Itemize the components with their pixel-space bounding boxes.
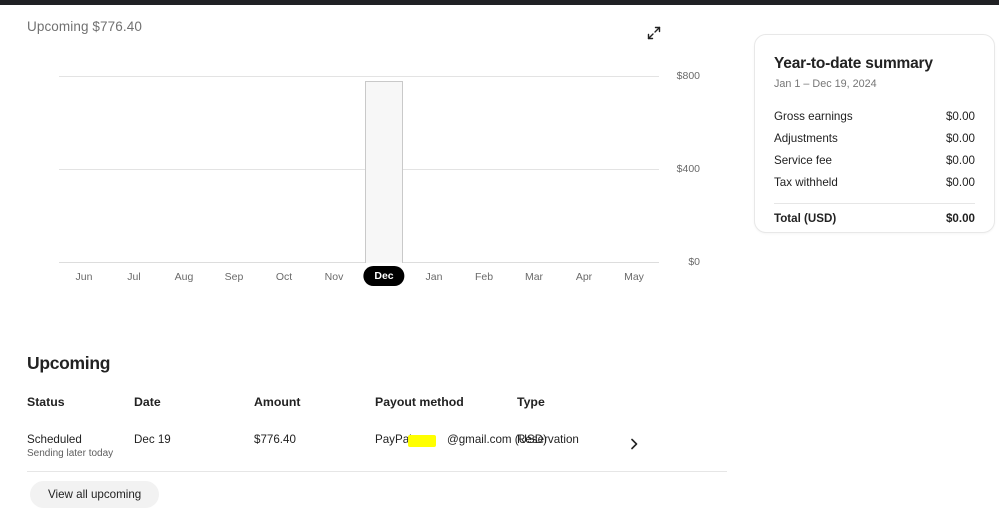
x-axis-label-nov[interactable]: Nov — [325, 271, 344, 283]
y-axis-tick-label: $400 — [654, 163, 700, 175]
ytd-total-row: Total (USD) $0.00 — [774, 208, 975, 230]
payouts-page: Upcoming $776.40 $800 $400 $0 Jun Jul Aug Sep… — [0, 0, 999, 524]
table-row[interactable]: ScheduledSending later today Dec 19 $776.4… — [0, 425, 700, 470]
gridline — [59, 169, 659, 170]
earnings-chart-panel: Upcoming $776.40 $800$400$0 JunJulAugSep… — [0, 5, 700, 305]
ytd-line-item: Adjustments $0.00 — [774, 127, 975, 149]
x-axis-label-feb[interactable]: Feb — [475, 271, 493, 283]
column-header-status: Status — [27, 395, 65, 409]
x-axis-label-jun[interactable]: Jun — [76, 271, 93, 283]
table-body: ScheduledSending later today Dec 19 $776.4… — [0, 425, 740, 470]
view-all-upcoming-button[interactable]: View all upcoming — [30, 481, 159, 508]
ytd-line-items: Gross earnings$0.00Adjustments$0.00Servi… — [774, 105, 975, 194]
gridline — [59, 76, 659, 77]
chart-bar-dec[interactable] — [365, 81, 403, 263]
ytd-item-label: Tax withheld — [774, 176, 838, 189]
gridline — [59, 262, 659, 263]
ytd-item-value: $0.00 — [946, 132, 975, 145]
ytd-line-item: Gross earnings $0.00 — [774, 105, 975, 127]
x-axis-label-aug[interactable]: Aug — [175, 271, 194, 283]
ytd-item-label: Gross earnings — [774, 110, 853, 123]
cell-amount: $776.40 — [254, 433, 296, 446]
y-axis-tick-label: $800 — [654, 70, 700, 82]
cell-status-sub: Sending later today — [27, 448, 113, 459]
column-header-payout-method: Payout method — [375, 395, 464, 409]
table-header-row: Status Date Amount Payout method Type — [0, 395, 700, 425]
x-axis-label-may[interactable]: May — [624, 271, 644, 283]
column-header-amount: Amount — [254, 395, 300, 409]
bar-chart-plot: $800 $400 $0 Jun Jul Aug Sep Oct Nov Dec Jan Feb Ma… — [0, 5, 700, 305]
cell-date: Dec 19 — [134, 433, 171, 446]
cell-type: Reservation — [517, 433, 579, 446]
ytd-item-value: $0.00 — [946, 110, 975, 123]
ytd-title: Year-to-date summary — [774, 55, 975, 73]
ytd-date-range: Jan 1 – Dec 19, 2024 — [774, 78, 975, 90]
table-row-divider — [27, 471, 727, 472]
ytd-item-label: Adjustments — [774, 132, 838, 145]
chevron-right-icon[interactable] — [627, 437, 641, 451]
x-axis-label-oct[interactable]: Oct — [276, 271, 292, 283]
ytd-total-label: Total (USD) — [774, 212, 836, 225]
ytd-total-value: $0.00 — [946, 212, 975, 225]
x-axis-label-jan[interactable]: Jan — [426, 271, 443, 283]
ytd-item-label: Service fee — [774, 154, 832, 167]
column-header-type: Type — [517, 395, 545, 409]
column-header-date: Date — [134, 395, 161, 409]
year-to-date-summary-card: Year-to-date summary Jan 1 – Dec 19, 202… — [754, 34, 995, 233]
x-axis-label-dec[interactable]: Dec — [363, 266, 404, 286]
x-axis-label-sep[interactable]: Sep — [225, 271, 244, 283]
upcoming-table: Status Date Amount Payout method Type Schedu… — [0, 395, 740, 470]
chart-x-axis: JunJulAugSepOctNovDecJanFebMarAprMay — [59, 271, 659, 291]
ytd-item-value: $0.00 — [946, 154, 975, 167]
x-axis-label-jul[interactable]: Jul — [127, 271, 140, 283]
ytd-line-item: Tax withheld $0.00 — [774, 172, 975, 194]
ytd-item-value: $0.00 — [946, 176, 975, 189]
ytd-separator — [774, 203, 975, 204]
x-axis-label-mar[interactable]: Mar — [525, 271, 543, 283]
cell-status: ScheduledSending later today — [27, 433, 113, 459]
y-axis-tick-label: $0 — [654, 256, 700, 268]
upcoming-heading: Upcoming — [27, 353, 110, 374]
x-axis-label-apr[interactable]: Apr — [576, 271, 592, 283]
ytd-line-item: Service fee $0.00 — [774, 149, 975, 171]
